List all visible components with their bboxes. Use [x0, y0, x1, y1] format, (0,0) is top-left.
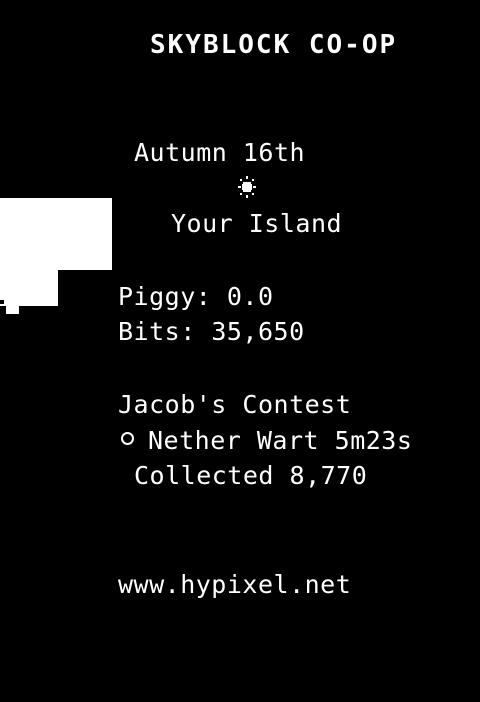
circle-bullet-icon [121, 432, 134, 445]
skyblock-date: Autumn 16th [134, 138, 306, 167]
contest-title: Jacob's Contest [118, 390, 352, 419]
piggy-value: 0.0 [226, 282, 274, 311]
contest-collected-label: Collected [134, 461, 274, 490]
server-address: www.hypixel.net [118, 570, 352, 599]
piggy-label: Piggy: [118, 282, 212, 311]
sun-icon [238, 176, 256, 198]
bits-value: 35,650 [211, 317, 305, 346]
world-block [0, 270, 58, 306]
bits-label: Bits: [118, 317, 196, 346]
world-block [0, 198, 112, 270]
scoreboard-title: SKYBLOCK CO-OP [150, 30, 398, 60]
contest-crop: Nether Wart [148, 426, 320, 455]
contest-crop-line: Nether Wart 5m23s [118, 426, 412, 456]
piggy-line: Piggy: 0.0 [118, 282, 274, 312]
contest-time: 5m23s [334, 426, 413, 455]
contest-collected-value: 8,770 [289, 461, 368, 490]
contest-collected-line: Collected 8,770 [134, 461, 367, 491]
bits-line: Bits: 35,650 [118, 317, 305, 347]
world-block [6, 306, 19, 314]
location-label: Your Island [171, 209, 343, 238]
world-block-notch [0, 300, 4, 304]
